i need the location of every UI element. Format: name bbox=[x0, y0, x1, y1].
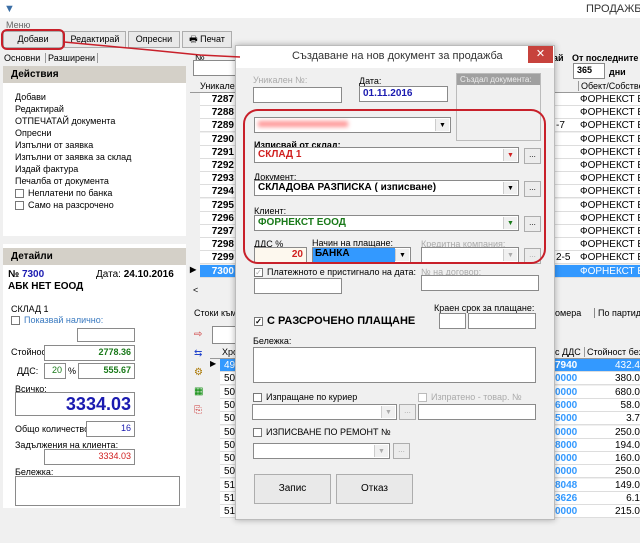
annotation-overlay bbox=[1, 29, 546, 264]
annotation-add-highlight bbox=[1, 29, 65, 50]
annotation-form-highlight bbox=[243, 109, 546, 264]
annotation-arrow-line bbox=[63, 41, 241, 58]
